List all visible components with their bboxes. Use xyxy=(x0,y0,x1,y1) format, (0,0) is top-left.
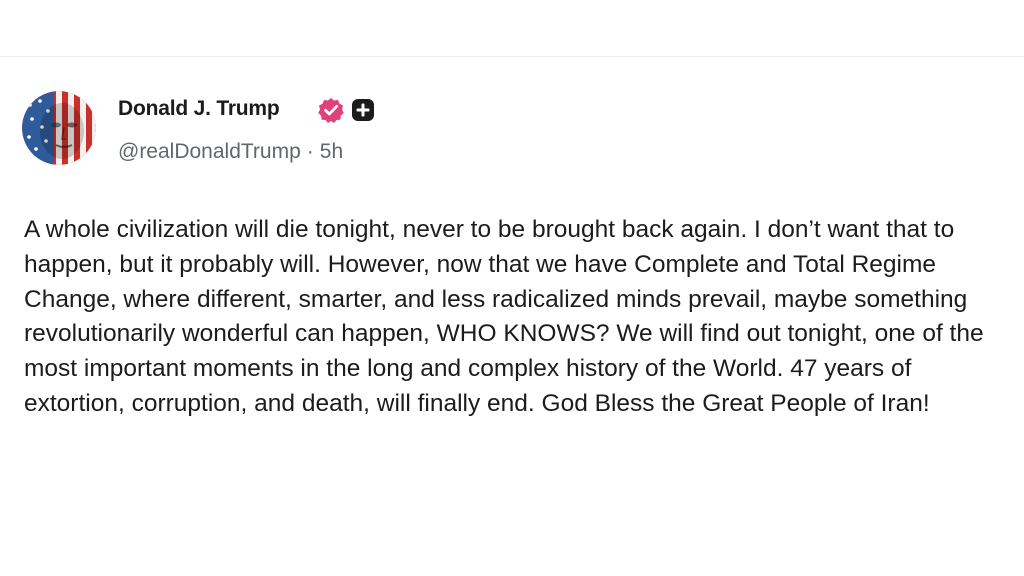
flag-face-avatar-icon xyxy=(22,91,96,165)
author-name[interactable]: Donald J. Trump xyxy=(118,97,280,121)
post-card: Donald J. Trump @realDonaldTrump · 5h A wh… xyxy=(0,57,1024,576)
author-avatar[interactable] xyxy=(22,91,96,165)
post-meta: @realDonaldTrump · 5h xyxy=(118,139,343,165)
post-timestamp[interactable]: 5h xyxy=(320,140,343,163)
author-handle[interactable]: @realDonaldTrump xyxy=(118,140,301,163)
post-body-text: A whole civilization will die tonight, n… xyxy=(24,216,984,417)
plus-badge-icon xyxy=(352,99,374,121)
page: Donald J. Trump @realDonaldTrump · 5h A wh… xyxy=(0,0,1024,576)
meta-separator: · xyxy=(306,140,314,163)
verified-badge-icon xyxy=(318,97,344,123)
